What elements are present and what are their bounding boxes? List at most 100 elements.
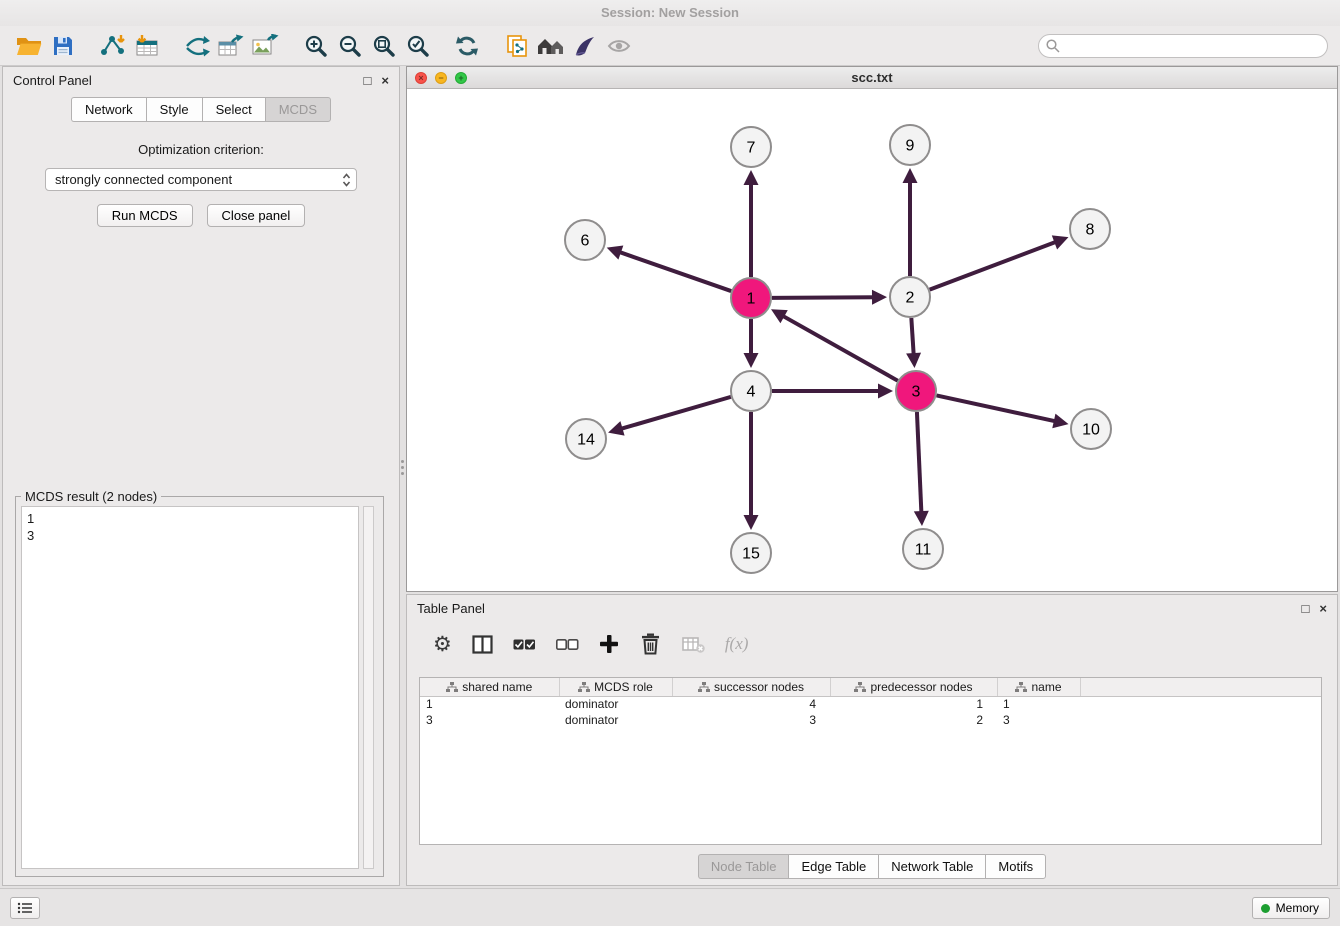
column-header-shared-name[interactable]: shared name (420, 678, 559, 696)
edge-3-11[interactable] (917, 412, 922, 514)
edge-2-8[interactable] (930, 241, 1058, 289)
search-input[interactable] (1038, 34, 1328, 58)
show-hide-icon[interactable] (602, 30, 636, 62)
graph-node-6[interactable]: 6 (565, 220, 605, 260)
tab-style[interactable]: Style (146, 97, 202, 122)
deselect-all-icon[interactable] (556, 636, 579, 653)
tab-select[interactable]: Select (202, 97, 265, 122)
save-icon[interactable] (46, 30, 80, 62)
criterion-dropdown[interactable]: strongly connected component (45, 168, 357, 191)
maximize-window-icon[interactable]: + (455, 72, 467, 84)
table-cell[interactable]: 2 (830, 712, 997, 728)
column-header-MCDS-role[interactable]: MCDS role (559, 678, 672, 696)
edge-1-2[interactable] (772, 297, 875, 298)
network-graph[interactable]: 7 9 6 8 1 2 4 3 14 10 15 11 (407, 89, 1337, 591)
graph-node-label: 1 (747, 291, 756, 308)
table-cell[interactable]: 3 (420, 712, 559, 728)
graph-node-label: 8 (1086, 222, 1095, 239)
close-window-icon[interactable]: × (415, 72, 427, 84)
tab-network[interactable]: Network (71, 97, 146, 122)
import-network-file-icon[interactable] (96, 30, 130, 62)
table-cell[interactable]: dominator (559, 696, 672, 712)
open-folder-icon[interactable] (12, 30, 46, 62)
delete-column-icon[interactable] (639, 633, 662, 655)
refresh-icon[interactable] (450, 30, 484, 62)
tab-motifs[interactable]: Motifs (985, 854, 1046, 879)
network-window-titlebar[interactable]: × − + scc.txt (407, 67, 1337, 89)
close-table-panel-icon[interactable]: × (1319, 602, 1327, 615)
tab-network-table[interactable]: Network Table (878, 854, 985, 879)
edge-4-14[interactable] (620, 397, 731, 429)
node-table: shared nameMCDS rolesuccessor nodesprede… (419, 677, 1322, 845)
float-panel-icon[interactable]: □ (364, 74, 372, 87)
first-neighbors-icon[interactable] (534, 30, 568, 62)
graph-node-9[interactable]: 9 (890, 125, 930, 165)
graph-node-11[interactable]: 11 (903, 529, 943, 569)
control-panel-title: Control Panel (13, 73, 92, 88)
tab-mcds[interactable]: MCDS (265, 97, 331, 122)
table-cell[interactable]: 4 (672, 696, 830, 712)
zoom-in-icon[interactable] (298, 30, 332, 62)
minimize-window-icon[interactable]: − (435, 72, 447, 84)
graph-node-label: 2 (906, 290, 915, 307)
close-panel-button[interactable]: Close panel (207, 204, 306, 227)
panel-divider-handle[interactable] (400, 452, 405, 482)
column-hierarchy-icon (578, 682, 590, 692)
memory-button[interactable]: Memory (1252, 897, 1330, 919)
export-table-icon[interactable] (214, 30, 248, 62)
tab-edge-table[interactable]: Edge Table (788, 854, 878, 879)
float-table-panel-icon[interactable]: □ (1302, 602, 1310, 615)
graph-node-1[interactable]: 1 (731, 278, 771, 318)
graph-node-10[interactable]: 10 (1071, 409, 1111, 449)
show-columns-icon[interactable] (472, 635, 493, 654)
export-image-icon[interactable] (248, 30, 282, 62)
app-titlebar[interactable]: Session: New Session (0, 0, 1340, 26)
column-header-predecessor-nodes[interactable]: predecessor nodes (830, 678, 997, 696)
edge-1-6[interactable] (618, 252, 731, 292)
traffic-lights: × − + (415, 72, 467, 84)
table-cell[interactable]: 1 (997, 696, 1080, 712)
task-history-list-icon[interactable] (10, 897, 40, 919)
result-scrollbar[interactable] (363, 506, 374, 869)
zoom-selected-icon[interactable] (400, 30, 434, 62)
graph-node-label: 14 (577, 432, 595, 449)
graph-node-4[interactable]: 4 (731, 371, 771, 411)
delete-table-icon-disabled[interactable] (682, 635, 705, 653)
table-cell[interactable]: 1 (830, 696, 997, 712)
edge-3-10[interactable] (937, 395, 1057, 421)
table-panel: Table Panel □ × ⚙ (406, 594, 1338, 886)
table-cell[interactable]: 3 (997, 712, 1080, 728)
graph-node-14[interactable]: 14 (566, 419, 606, 459)
graph-node-8[interactable]: 8 (1070, 209, 1110, 249)
copy-view-icon[interactable] (500, 30, 534, 62)
run-mcds-button[interactable]: Run MCDS (97, 204, 193, 227)
tab-node-table[interactable]: Node Table (698, 854, 789, 879)
control-panel-tabs: NetworkStyleSelectMCDS (3, 97, 399, 122)
column-header-name[interactable]: name (997, 678, 1080, 696)
optimization-criterion-label: Optimization criterion: (3, 142, 399, 157)
table-cell[interactable]: 3 (672, 712, 830, 728)
mcds-result-text[interactable]: 13 (21, 506, 359, 869)
apply-style-icon[interactable] (568, 30, 602, 62)
new-network-icon[interactable] (180, 30, 214, 62)
graph-node-7[interactable]: 7 (731, 127, 771, 167)
table-cell[interactable]: 1 (420, 696, 559, 712)
close-panel-icon[interactable]: × (381, 74, 389, 87)
function-builder-icon[interactable]: f(x) (725, 634, 749, 654)
import-table-file-icon[interactable] (130, 30, 164, 62)
zoom-out-icon[interactable] (332, 30, 366, 62)
table-settings-gear-icon[interactable]: ⚙ (433, 634, 452, 655)
zoom-fit-icon[interactable] (366, 30, 400, 62)
graph-node-15[interactable]: 15 (731, 533, 771, 573)
select-all-icon[interactable] (513, 636, 536, 653)
table-row[interactable]: 1dominator411 (420, 696, 1321, 712)
edge-3-1[interactable] (781, 315, 897, 381)
table-row[interactable]: 3dominator323 (420, 712, 1321, 728)
graph-node-3[interactable]: 3 (896, 371, 936, 411)
edge-2-3[interactable] (911, 318, 913, 356)
graph-node-2[interactable]: 2 (890, 277, 930, 317)
add-column-icon[interactable] (599, 634, 619, 654)
mcds-result-groupbox: MCDS result (2 nodes) 13 (15, 496, 384, 877)
column-header-successor-nodes[interactable]: successor nodes (672, 678, 830, 696)
table-cell[interactable]: dominator (559, 712, 672, 728)
